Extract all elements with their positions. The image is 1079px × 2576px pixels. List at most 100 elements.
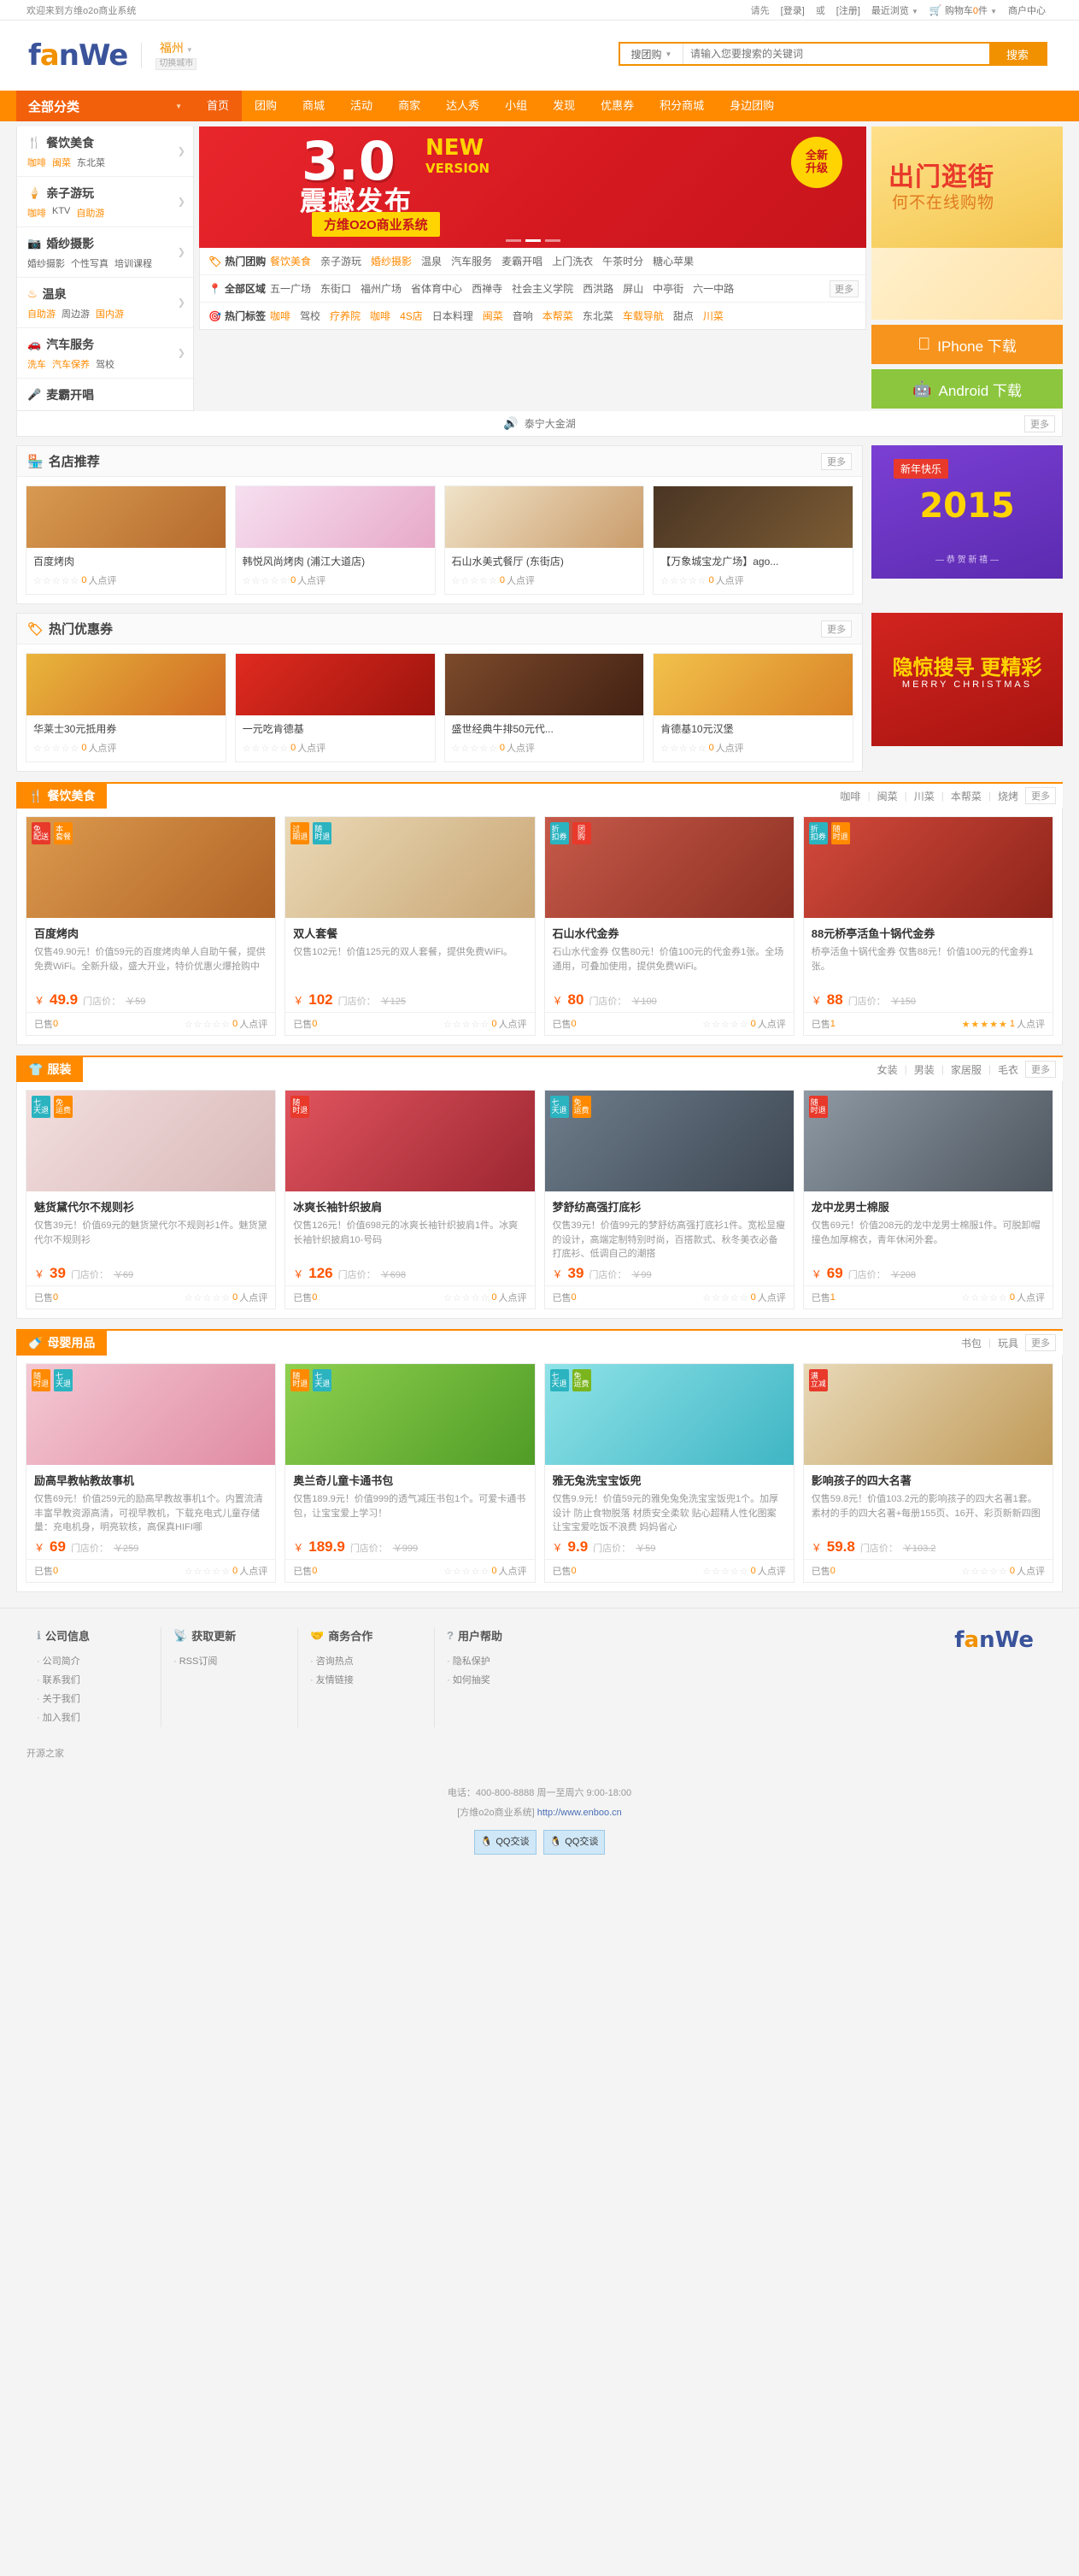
category-4[interactable]: 🚗 汽车服务 洗车 汽车保养 驾校 ❯ — [17, 328, 193, 379]
banner-dots[interactable] — [505, 239, 560, 242]
subcategory-link[interactable]: KTV — [52, 206, 70, 220]
card-name[interactable]: 盛世经典牛排50元代... — [445, 715, 644, 738]
android-download-button[interactable]: 🤖 Android 下载 — [871, 369, 1063, 409]
section-tag-link[interactable]: 家居服 — [951, 1062, 982, 1077]
nav-item[interactable]: 活动 — [337, 91, 385, 121]
new-year-ad[interactable]: 新年快乐 2015 — 恭 贺 新 禧 — — [871, 445, 1063, 579]
nav-item[interactable]: 优惠券 — [588, 91, 647, 121]
section-more-button[interactable]: 更多 — [1025, 787, 1056, 804]
store-card[interactable]: 韩悦风尚烤肉 (浦江大道店) ☆☆☆☆☆ 0 人点评 — [234, 485, 436, 595]
quick-link[interactable]: 疗养院 — [330, 309, 361, 323]
store-card[interactable]: 肯德基10元汉堡 ☆☆☆☆☆ 0 人点评 — [653, 653, 853, 762]
section-tag-link[interactable]: 闽菜 — [877, 789, 898, 803]
product-name[interactable]: 魅货黛代尔不规则衫 — [34, 1198, 267, 1214]
merchant-center-link[interactable]: 商户中心 — [1008, 3, 1046, 17]
card-name[interactable]: 石山水美式餐厅 (东街店) — [445, 548, 644, 571]
subcategory-link[interactable]: 培训课程 — [114, 256, 152, 270]
product-name[interactable]: 雅无兔洗宝宝饭兜 — [553, 1472, 786, 1488]
search-button[interactable]: 搜索 — [989, 44, 1046, 64]
subcategory-link[interactable]: 婚纱摄影 — [27, 256, 65, 270]
city-switch-label[interactable]: 切换城市 — [155, 57, 197, 70]
recent-viewed-link[interactable]: 最近浏览 ▼ — [871, 3, 918, 17]
footer-link[interactable]: 咨询热点 — [310, 1652, 434, 1671]
store-card[interactable]: 盛世经典牛排50元代... ☆☆☆☆☆ 0 人点评 — [443, 653, 645, 762]
section-tag-link[interactable]: 毛衣 — [998, 1062, 1018, 1077]
section-tag-link[interactable]: 书包 — [961, 1336, 982, 1350]
product-name[interactable]: 奥兰奇儿童卡通书包 — [293, 1472, 526, 1488]
quick-link[interactable]: 汽车服务 — [451, 254, 492, 268]
iphone-download-button[interactable]:  IPhone 下载 — [871, 325, 1063, 364]
quick-link[interactable]: 西禅寺 — [472, 281, 502, 296]
card-name[interactable]: 华莱士30元抵用券 — [26, 715, 226, 738]
section-tag-link[interactable]: 本帮菜 — [951, 789, 982, 803]
quick-link[interactable]: 麦霸开唱 — [501, 254, 542, 268]
quick-link[interactable]: 东街口 — [320, 281, 351, 296]
footer-link[interactable]: 隐私保护 — [447, 1652, 572, 1671]
nav-item-8[interactable]: 优惠券 — [588, 91, 647, 121]
product-name[interactable]: 石山水代金券 — [553, 925, 786, 941]
quick-link[interactable]: 咖啡 — [270, 309, 290, 323]
quick-link[interactable]: 本帮菜 — [542, 309, 573, 323]
quick-link[interactable]: 糖心苹果 — [653, 254, 694, 268]
nav-item[interactable]: 积分商城 — [647, 91, 717, 121]
cart-link[interactable]: 🛒 购物车0件 ▼ — [929, 3, 997, 17]
nav-item[interactable]: 达人秀 — [433, 91, 492, 121]
subcategory-link[interactable]: 自助游 — [27, 307, 56, 321]
subcategory-link[interactable]: 自助游 — [76, 206, 104, 220]
store-card[interactable]: 石山水美式餐厅 (东街店) ☆☆☆☆☆ 0 人点评 — [443, 485, 645, 595]
category-1[interactable]: 🍦 亲子游玩 咖啡 KTV 自助游 ❯ — [17, 177, 193, 227]
product-card[interactable]: 折 扣券团 购石山水代金券 石山水代金券 仅售80元！价值100元的代金券1张。全… — [543, 816, 795, 1036]
card-name[interactable]: 一元吃肯德基 — [236, 715, 435, 738]
subcategory-link[interactable]: 汽车保养 — [52, 357, 90, 371]
friend-links[interactable]: 开源之家 — [16, 1741, 1063, 1772]
subcategory-link[interactable]: 洗车 — [27, 357, 46, 371]
footer-link[interactable]: 如何抽奖 — [447, 1671, 572, 1690]
quick-link[interactable]: 省体育中心 — [411, 281, 462, 296]
product-card[interactable]: 七 天退免 运费 魅货黛代尔不规则衫 仅售39元！价值69元的魅货黛代尔不规则衫1件… — [26, 1090, 277, 1309]
section-more-button[interactable]: 更多 — [1025, 1334, 1056, 1351]
section-tag-link[interactable]: 女装 — [877, 1062, 898, 1077]
footer-link[interactable]: RSS订阅 — [173, 1652, 297, 1671]
nav-item-7[interactable]: 发现 — [540, 91, 588, 121]
subcategory-link[interactable]: 闽菜 — [52, 156, 71, 169]
banner-dot[interactable] — [544, 239, 560, 242]
product-card[interactable]: 免 配送本 套餐 百度烤肉 仅售49.90元！价值59元的百度烤肉单人自助午餐，提供… — [26, 816, 277, 1036]
store-card[interactable]: 【万象城宝龙广场】ago... ☆☆☆☆☆ 0 人点评 — [653, 485, 853, 595]
subcategory-link[interactable]: 国内游 — [96, 307, 124, 321]
product-card[interactable]: 随 时退 龙中龙男士棉服 仅售69元！价值208元的龙中龙男士棉服1件。可脱卸帽撞色… — [802, 1090, 1053, 1309]
nav-item-1[interactable]: 团购 — [242, 91, 290, 121]
subcategory-link[interactable]: 个性写真 — [71, 256, 108, 270]
category-3[interactable]: ♨ 温泉 自助游 周边游 国内游 ❯ — [17, 278, 193, 328]
product-name[interactable]: 双人套餐 — [293, 925, 526, 941]
quick-link[interactable]: 午茶时分 — [602, 254, 643, 268]
hero-banner[interactable]: 3.0 NEW VERSION 震撼发布 方维O2O商业系统 全新 升级 — [199, 126, 866, 248]
footer-link[interactable]: 加入我们 — [37, 1709, 161, 1727]
quick-link[interactable]: 咖啡 — [370, 309, 390, 323]
quick-link[interactable]: 日本料理 — [432, 309, 473, 323]
product-card[interactable]: 过 期退随 时退 双人套餐 仅售102元！价值125元的双人套餐，提供免费WiFi。… — [284, 816, 536, 1036]
subcategory-link[interactable]: 咖啡 — [27, 156, 46, 169]
quick-link[interactable]: 亲子游玩 — [320, 254, 361, 268]
store-card[interactable]: 一元吃肯德基 ☆☆☆☆☆ 0 人点评 — [234, 653, 436, 762]
nav-item[interactable]: 商城 — [290, 91, 337, 121]
product-name[interactable]: 梦舒纺高强打底衫 — [553, 1198, 786, 1214]
product-card[interactable]: 满 立减 影响孩子的四大名著 仅售59.8元！价值103.2元的影响孩子的四大名著1… — [802, 1363, 1053, 1583]
category-2[interactable]: 📷 婚纱摄影 婚纱摄影 个性写真 培训课程 ❯ — [17, 227, 193, 278]
nav-item-2[interactable]: 商城 — [290, 91, 337, 121]
coupons-more-button[interactable]: 更多 — [821, 620, 852, 638]
product-name[interactable]: 励高早教帖教故事机 — [34, 1472, 267, 1488]
nav-item-10[interactable]: 身边团购 — [717, 91, 787, 121]
quick-link[interactable]: 东北菜 — [583, 309, 613, 323]
store-card[interactable]: 华莱士30元抵用券 ☆☆☆☆☆ 0 人点评 — [26, 653, 226, 762]
nav-item[interactable]: 商家 — [385, 91, 433, 121]
site-logo[interactable]: fanWe — [16, 38, 128, 73]
shopping-ad-banner[interactable]: 出门逛街 何不在线购物 — [871, 126, 1063, 248]
city-selector[interactable]: 福州 ▼ 切换城市 — [155, 41, 197, 70]
quick-link[interactable]: 车载导航 — [623, 309, 664, 323]
quick-more-button[interactable]: 更多 — [830, 279, 859, 297]
quick-link[interactable]: 五一广场 — [270, 281, 311, 296]
category-5[interactable]: 🎤 麦霸开唱 — [17, 379, 193, 410]
quick-link[interactable]: 驾校 — [300, 309, 320, 323]
footer-link[interactable]: 友情链接 — [310, 1671, 434, 1690]
qq-chat-button[interactable]: 🐧 QQ交谈 — [542, 1830, 606, 1856]
